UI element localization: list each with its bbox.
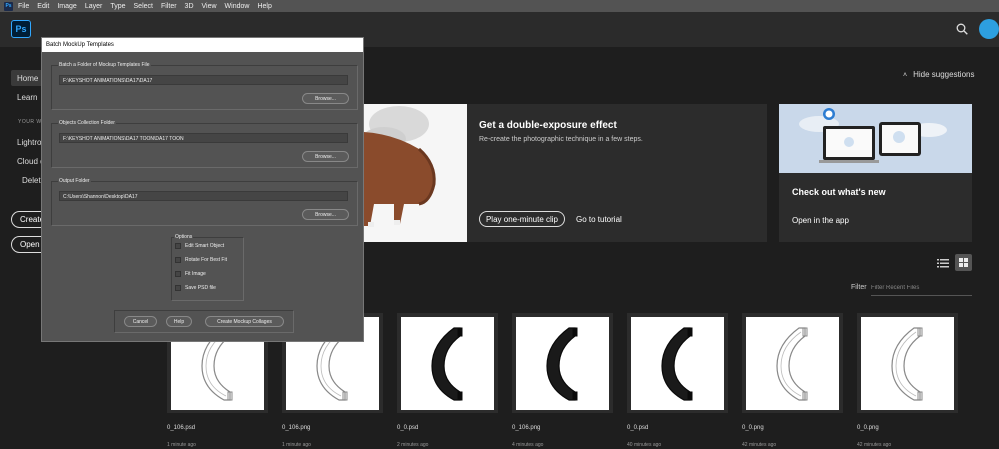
- card-title: Check out what's new: [792, 187, 886, 197]
- rotate-best-fit-checkbox[interactable]: Rotate For Best Fit: [175, 257, 227, 263]
- output-folder-group: Output Folder C:\Users\Shannon\Desktop\D…: [51, 178, 358, 226]
- ps-app-icon[interactable]: Ps: [4, 1, 13, 11]
- recent-file-thumbnail[interactable]: [397, 313, 498, 413]
- dialog-button-bar: Cancel Help Create Mockup Collages: [114, 310, 294, 333]
- recent-file-time: 2 minutes ago: [397, 442, 429, 448]
- browse-templates-button[interactable]: Browse...: [302, 93, 349, 104]
- menu-3d[interactable]: 3D: [185, 3, 194, 10]
- open-in-app-link[interactable]: Open in the app: [792, 216, 849, 225]
- recent-file-name[interactable]: 0_0.png: [742, 425, 764, 431]
- ps-logo[interactable]: Ps: [11, 20, 31, 38]
- chevron-up-icon: ˄: [903, 72, 908, 79]
- menu-file[interactable]: File: [18, 3, 29, 10]
- recent-file-name[interactable]: 0_106.png: [282, 425, 310, 431]
- recent-file-name[interactable]: 0_106.png: [512, 425, 540, 431]
- avatar[interactable]: [979, 19, 999, 39]
- recent-file-name[interactable]: 0_106.psd: [167, 425, 195, 431]
- double-exposure-card: Get a double-exposure effect Re-create t…: [364, 104, 767, 242]
- list-view-icon[interactable]: [936, 256, 950, 270]
- objects-collection-path-field[interactable]: F:\KEYSHOT ANIMATIONS\DA17 TOON\DA17 TOO…: [59, 133, 348, 143]
- menu-layer[interactable]: Layer: [85, 3, 103, 10]
- hide-suggestions-toggle[interactable]: ˄ Hide suggestions: [903, 70, 974, 79]
- objects-collection-group: Objects Collection Folder F:\KEYSHOT ANI…: [51, 120, 358, 168]
- thumbnail-image: [861, 317, 954, 410]
- menu-type[interactable]: Type: [110, 3, 125, 10]
- mockup-templates-path-field[interactable]: F:\KEYSHOT ANIMATIONS\DA17\DA17: [59, 75, 348, 85]
- grid-view-button[interactable]: [955, 254, 972, 271]
- menu-image[interactable]: Image: [57, 3, 76, 10]
- checkbox-label: Fit Image: [185, 271, 206, 277]
- options-label: Options: [174, 234, 194, 240]
- recent-file-time: 40 minutes ago: [627, 442, 662, 448]
- card-title: Get a double-exposure effect: [479, 120, 617, 131]
- thumbnail-image: [401, 317, 494, 410]
- thumbnail-image: [516, 317, 609, 410]
- checkbox-box[interactable]: [175, 243, 181, 249]
- fit-image-checkbox[interactable]: Fit Image: [175, 271, 206, 277]
- recent-file-thumbnail[interactable]: [627, 313, 728, 413]
- checkbox-box[interactable]: [175, 271, 181, 277]
- edit-smart-object-checkbox[interactable]: Edit Smart Object: [175, 243, 224, 249]
- batch-mockup-dialog: Batch MockUp Templates Batch a Folder of…: [41, 37, 364, 342]
- sidebar-section-header: YOUR W: [18, 119, 42, 125]
- search-icon[interactable]: [956, 23, 968, 35]
- whats-new-card: Check out what's new Open in the app: [779, 104, 972, 242]
- sidebar-item-learn[interactable]: Learn: [17, 93, 37, 102]
- play-clip-button[interactable]: Play one-minute clip: [479, 211, 565, 227]
- thumbnail-image: [631, 317, 724, 410]
- hide-suggestions-label: Hide suggestions: [913, 70, 975, 79]
- recent-file-name[interactable]: 0_0.psd: [397, 425, 418, 431]
- objects-collection-label: Objects Collection Folder: [58, 120, 116, 126]
- save-psd-checkbox[interactable]: Save PSD file: [175, 285, 216, 291]
- double-exposure-image: [364, 104, 467, 242]
- options-group: Options Edit Smart Object Rotate For Bes…: [171, 234, 244, 301]
- menu-filter[interactable]: Filter: [161, 3, 177, 10]
- menu-view[interactable]: View: [202, 3, 217, 10]
- checkbox-box[interactable]: [175, 257, 181, 263]
- recent-file-thumbnail[interactable]: [857, 313, 958, 413]
- mockup-templates-group: Batch a Folder of Mockup Templates File …: [51, 62, 358, 110]
- filter-label: Filter: [851, 284, 867, 291]
- menu-window[interactable]: Window: [225, 3, 250, 10]
- menu-help[interactable]: Help: [257, 3, 271, 10]
- whats-new-image: [779, 104, 972, 173]
- grid-view-icon: [959, 258, 968, 267]
- recent-file-time: 42 minutes ago: [857, 442, 892, 448]
- menu-edit[interactable]: Edit: [37, 3, 49, 10]
- checkbox-label: Save PSD file: [185, 285, 216, 291]
- recent-file-thumbnail[interactable]: [512, 313, 613, 413]
- dialog-title: Batch MockUp Templates: [42, 38, 363, 52]
- recent-file-name[interactable]: 0_0.psd: [627, 425, 648, 431]
- thumbnail-image: [746, 317, 839, 410]
- recent-file-time: 4 minutes ago: [512, 442, 544, 448]
- output-folder-path-field[interactable]: C:\Users\Shannon\Desktop\DA17: [59, 191, 348, 201]
- create-mockup-collages-button[interactable]: Create Mockup Collages: [205, 316, 284, 327]
- checkbox-label: Rotate For Best Fit: [185, 257, 227, 263]
- mockup-templates-label: Batch a Folder of Mockup Templates File: [58, 62, 151, 68]
- open-button[interactable]: Open: [11, 236, 41, 253]
- menu-select[interactable]: Select: [134, 3, 153, 10]
- browse-output-button[interactable]: Browse...: [302, 209, 349, 220]
- help-button[interactable]: Help: [166, 316, 192, 327]
- go-to-tutorial-link[interactable]: Go to tutorial: [576, 215, 622, 224]
- create-new-button[interactable]: Create: [11, 211, 44, 228]
- recent-file-time: 42 minutes ago: [742, 442, 777, 448]
- recent-file-thumbnail[interactable]: [742, 313, 843, 413]
- checkbox-box[interactable]: [175, 285, 181, 291]
- filter-recent-files-input[interactable]: [871, 281, 972, 296]
- card-description: Re-create the photographic technique in …: [479, 136, 643, 143]
- output-folder-label: Output Folder: [58, 178, 91, 184]
- recent-file-time: 1 minute ago: [282, 442, 311, 448]
- recent-file-time: 1 minute ago: [167, 442, 196, 448]
- checkbox-label: Edit Smart Object: [185, 243, 225, 249]
- recent-file-name[interactable]: 0_0.png: [857, 425, 879, 431]
- menu-bar: Ps File Edit Image Layer Type Select Fil…: [0, 0, 999, 12]
- cancel-button[interactable]: Cancel: [124, 316, 157, 327]
- sidebar-item-home[interactable]: Home: [11, 70, 41, 86]
- browse-objects-button[interactable]: Browse...: [302, 151, 349, 162]
